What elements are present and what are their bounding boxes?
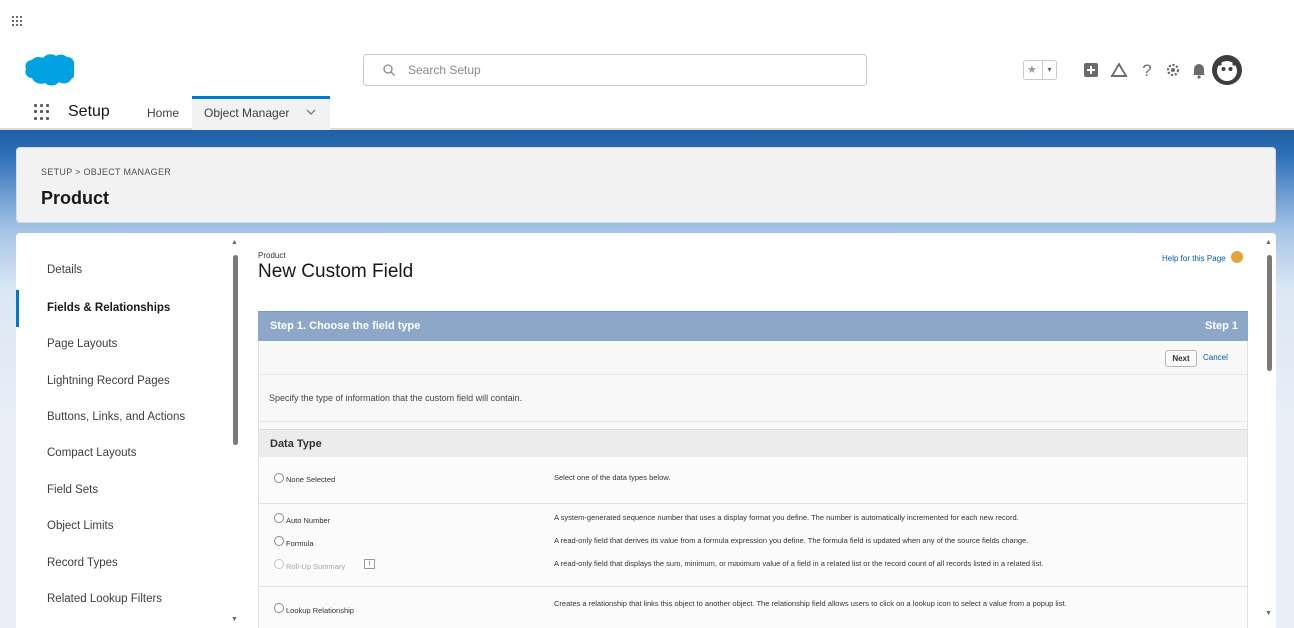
option-description: A read-only field that derives its value…	[554, 536, 1029, 545]
radio-roll-up-summary[interactable]	[274, 559, 284, 569]
option-label[interactable]: None Selected	[286, 475, 335, 484]
app-grid-icon[interactable]	[12, 16, 22, 26]
content-scrollbar[interactable]: ▲ ▼	[1264, 239, 1274, 623]
favorites-button[interactable]: ★ ▾	[1023, 60, 1057, 80]
option-description: Select one of the data types below.	[554, 473, 671, 482]
salesforce-logo-icon[interactable]	[22, 52, 74, 88]
gear-icon[interactable]	[1161, 58, 1185, 82]
tab-object-manager-label: Object Manager	[204, 106, 290, 120]
scroll-up-icon[interactable]: ▲	[1265, 239, 1272, 246]
sidebar-item-object-limits[interactable]: Object Limits	[16, 508, 226, 545]
option-label: Roll-Up Summary	[286, 562, 346, 571]
data-type-heading-label: Data Type	[270, 438, 322, 450]
object-label: Product	[258, 251, 286, 260]
option-description: A read-only field that displays the sum,…	[554, 559, 1044, 568]
button-row: Next Cancel	[259, 341, 1247, 375]
radio-formula[interactable]	[274, 536, 284, 546]
sidebar-item-fields-relationships[interactable]: Fields & Relationships	[16, 290, 226, 327]
list-item: Lookup Relationship Creates a relationsh…	[259, 587, 1247, 628]
help-icon[interactable]	[1231, 251, 1243, 263]
option-description: A system-generated sequence number that …	[554, 513, 1019, 522]
scroll-down-icon[interactable]: ▼	[1265, 610, 1272, 617]
option-label[interactable]: Lookup Relationship	[286, 606, 354, 615]
radio-auto-number[interactable]	[274, 513, 284, 523]
radio-lookup-relationship[interactable]	[274, 603, 284, 613]
global-header: ★ ▾ ?	[0, 44, 1294, 96]
chevron-down-icon[interactable]: ▾	[1042, 61, 1056, 79]
help-link[interactable]: Help for this Page	[1162, 254, 1226, 263]
avatar[interactable]	[1211, 54, 1243, 86]
content-title: New Custom Field	[258, 261, 414, 282]
sidebar-scrollbar[interactable]: ▲ ▼	[230, 239, 240, 623]
step-body: Next Cancel Specify the type of informat…	[258, 341, 1248, 628]
tab-object-manager[interactable]: Object Manager	[192, 96, 330, 130]
search-input[interactable]	[408, 60, 848, 80]
star-icon: ★	[1027, 64, 1037, 76]
scrollbar-thumb[interactable]	[1267, 255, 1272, 371]
option-label[interactable]: Auto Number	[286, 516, 330, 525]
page-header: SETUP > OBJECT MANAGER Product	[16, 147, 1276, 223]
step-title: Step 1. Choose the field type	[270, 320, 421, 332]
list-item: None Selected Select one of the data typ…	[259, 457, 1247, 503]
divider	[259, 421, 1247, 422]
radio-none-selected[interactable]	[274, 473, 284, 483]
search-setup-box[interactable]	[363, 54, 867, 86]
step-count: Step 1	[1204, 320, 1238, 332]
app-navigation-bar: Setup Home Object Manager	[0, 96, 1294, 130]
global-actions-add-icon[interactable]	[1079, 58, 1103, 82]
option-label[interactable]: Formula	[286, 539, 314, 548]
page-title: Product	[41, 188, 110, 208]
sidebar-item-details[interactable]: Details	[16, 252, 226, 289]
step-bar: Step 1. Choose the field type Step 1	[258, 311, 1248, 341]
cancel-button[interactable]: Cancel	[1203, 353, 1228, 362]
search-icon	[383, 64, 395, 76]
tab-home[interactable]: Home	[147, 96, 179, 130]
app-name: Setup	[68, 103, 110, 120]
info-icon[interactable]: i	[364, 559, 375, 569]
app-launcher-icon[interactable]	[34, 104, 50, 120]
trailhead-icon[interactable]	[1107, 58, 1131, 82]
list-item: Auto Number A system-generated sequence …	[259, 504, 1247, 586]
sidebar-item-buttons-links-actions[interactable]: Buttons, Links, and Actions	[16, 399, 226, 436]
object-sidebar: Details Fields & Relationships Page Layo…	[16, 233, 242, 628]
help-question-icon[interactable]: ?	[1135, 58, 1159, 82]
os-top-strip	[0, 0, 1294, 44]
next-button[interactable]: Next	[1165, 350, 1197, 367]
bell-icon[interactable]	[1187, 58, 1211, 82]
sidebar-item-lightning-record-pages[interactable]: Lightning Record Pages	[16, 363, 226, 400]
scroll-down-icon[interactable]: ▼	[231, 616, 238, 623]
svg-text:?: ?	[1142, 61, 1151, 80]
sidebar-item-record-types[interactable]: Record Types	[16, 545, 226, 582]
breadcrumb[interactable]: SETUP > OBJECT MANAGER	[41, 167, 171, 177]
sidebar-item-field-sets[interactable]: Field Sets	[16, 472, 226, 509]
scroll-up-icon[interactable]: ▲	[231, 239, 238, 246]
sidebar-item-related-lookup-filters[interactable]: Related Lookup Filters	[16, 581, 226, 618]
sidebar-item-compact-layouts[interactable]: Compact Layouts	[16, 435, 226, 472]
instruction-text: Specify the type of information that the…	[269, 393, 523, 403]
content-area: Product New Custom Field Help for this P…	[242, 233, 1276, 628]
data-type-heading: Data Type	[259, 429, 1247, 457]
chevron-down-icon[interactable]	[306, 108, 316, 116]
scrollbar-thumb[interactable]	[233, 255, 238, 445]
sidebar-item-page-layouts[interactable]: Page Layouts	[16, 326, 226, 363]
option-description: Creates a relationship that links this o…	[554, 599, 1067, 608]
main-card: Details Fields & Relationships Page Layo…	[16, 233, 1276, 628]
